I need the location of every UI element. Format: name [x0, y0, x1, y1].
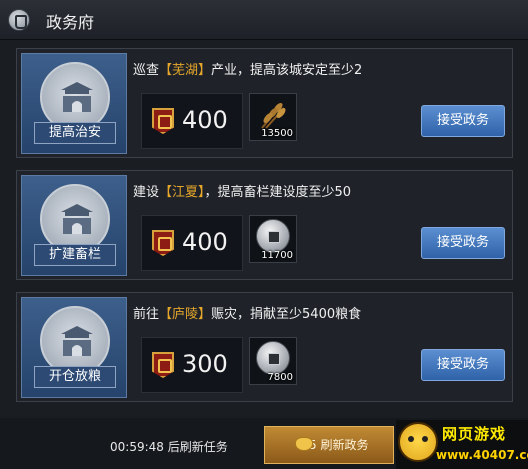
- task-card: 扩建畜栏 建设【江夏】，提高畜栏建设度至少50 400 11700 接受政务: [16, 170, 513, 280]
- reward-box: 300: [141, 337, 243, 393]
- title-bar: 政务府: [0, 0, 528, 40]
- coin-icon: [256, 219, 290, 253]
- item-count: 7800: [267, 372, 293, 383]
- reward-box: 400: [141, 215, 243, 271]
- window-title: 政务府: [46, 13, 95, 32]
- desc-prefix: 建设: [133, 185, 160, 200]
- gate-icon: [61, 82, 93, 112]
- watermark-url: www.40407.com: [436, 448, 528, 462]
- desc-suffix: 赈灾，捐献至少5400粮食: [211, 307, 362, 322]
- desc-place: 【芜湖】: [159, 63, 212, 78]
- reward-item[interactable]: 7800: [249, 337, 297, 385]
- refresh-label: 刷新政务: [320, 438, 369, 452]
- banner-icon: [152, 230, 174, 256]
- task-card: 提高治安 巡查【芜湖】产业，提高该城安定至少2 400 13500 接受政务: [16, 48, 513, 158]
- desc-place: 【庐陵】: [159, 307, 212, 322]
- reward-value: 400: [182, 106, 228, 134]
- reward-item[interactable]: 13500: [249, 93, 297, 141]
- coin-icon: [256, 341, 290, 375]
- task-badge: 扩建畜栏: [21, 175, 127, 276]
- task-description: 巡查【芜湖】产业，提高该城安定至少2: [133, 59, 362, 78]
- badge-label: 扩建畜栏: [34, 244, 116, 266]
- refresh-tasks-button[interactable]: 5 刷新政务: [264, 426, 394, 464]
- desc-prefix: 巡查: [133, 63, 160, 78]
- reward-box: 400: [141, 93, 243, 149]
- task-card: 开仓放粮 前往【庐陵】赈灾，捐献至少5400粮食 300 7800 接受政务: [16, 292, 513, 402]
- government-icon: [8, 9, 30, 31]
- item-count: 11700: [261, 250, 293, 261]
- gate-icon: [61, 326, 93, 356]
- wheat-icon: [261, 103, 286, 129]
- desc-suffix: 产业，提高该城安定至少2: [211, 63, 363, 78]
- badge-label: 开仓放粮: [34, 366, 116, 388]
- accept-task-button[interactable]: 接受政务: [421, 349, 505, 381]
- gate-icon: [61, 204, 93, 234]
- banner-icon: [152, 108, 174, 134]
- site-watermark: 网页游戏 www.40407.com: [396, 420, 528, 469]
- badge-label: 提高治安: [34, 122, 116, 144]
- task-badge: 提高治安: [21, 53, 127, 154]
- reward-item[interactable]: 11700: [249, 215, 297, 263]
- refresh-timer: 00:59:48 后刷新任务: [110, 440, 228, 454]
- reward-value: 300: [182, 350, 228, 378]
- desc-prefix: 前往: [133, 307, 160, 322]
- reward-value: 400: [182, 228, 228, 256]
- task-description: 前往【庐陵】赈灾，捐献至少5400粮食: [133, 303, 361, 322]
- gold-ingot-icon: [295, 437, 313, 451]
- accept-task-button[interactable]: 接受政务: [421, 105, 505, 137]
- task-description: 建设【江夏】，提高畜栏建设度至少50: [133, 181, 351, 200]
- item-count: 13500: [261, 128, 293, 139]
- desc-place: 【江夏】: [159, 185, 205, 200]
- banner-icon: [152, 352, 174, 378]
- watermark-title: 网页游戏: [442, 425, 507, 443]
- accept-task-button[interactable]: 接受政务: [421, 227, 505, 259]
- mascot-icon: [398, 422, 438, 462]
- task-badge: 开仓放粮: [21, 297, 127, 398]
- desc-suffix: ，提高畜栏建设度至少50: [204, 185, 352, 200]
